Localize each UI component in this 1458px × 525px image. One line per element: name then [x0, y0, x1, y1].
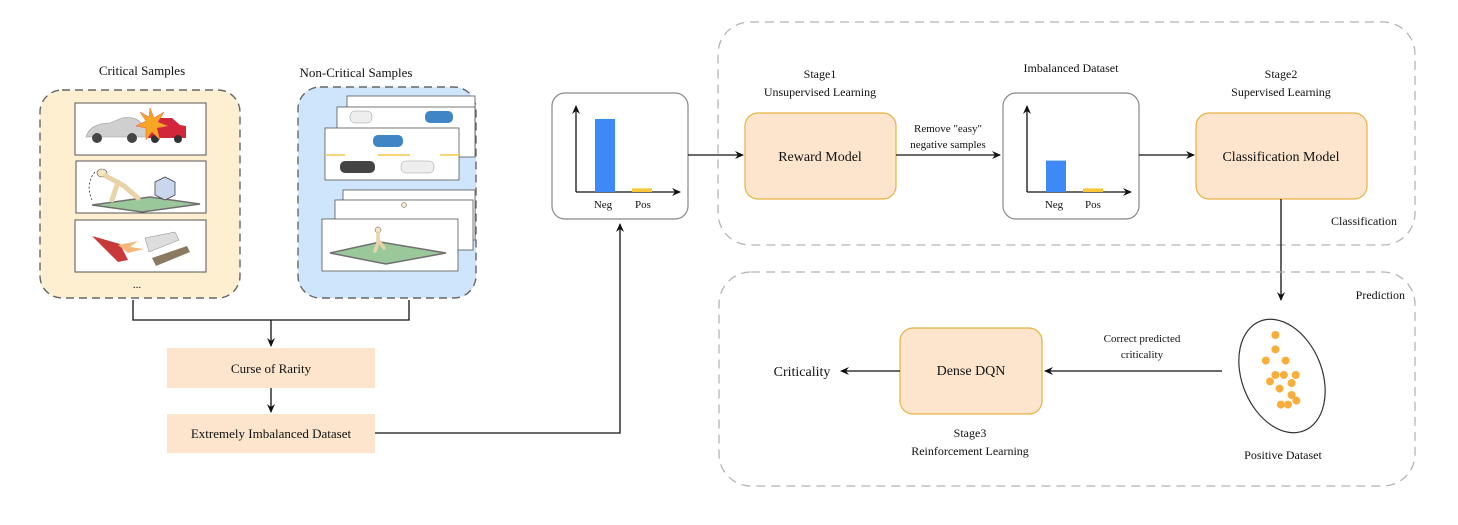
positive-dataset-label: Positive Dataset	[1244, 448, 1322, 462]
remove-easy-label-line2: negative samples	[910, 139, 985, 151]
extremely-imbalanced-label: Extremely Imbalanced Dataset	[191, 426, 352, 441]
critical-samples-title: Critical Samples	[99, 63, 185, 78]
positive-point	[1261, 356, 1270, 365]
chart1-neg-label: Neg	[594, 199, 613, 211]
ship-collision-image	[74, 219, 207, 273]
chart1-pos-label: Pos	[635, 199, 651, 211]
pedestrian-fall-image	[75, 160, 207, 214]
positive-point	[1271, 371, 1280, 379]
positive-point	[1284, 400, 1292, 409]
stage2-subtitle: Supervised Learning	[1231, 85, 1331, 99]
dataset-chart-box	[551, 92, 689, 220]
curse-of-rarity-label: Curse of Rarity	[231, 361, 312, 376]
critical-ellipsis: ...	[133, 279, 142, 291]
prediction-region-label: Prediction	[1356, 288, 1405, 302]
positive-point	[1271, 331, 1280, 339]
noncritical-samples-title: Non-Critical Samples	[299, 65, 412, 80]
positive-point	[1287, 379, 1296, 387]
positive-point	[1276, 400, 1285, 409]
imbalanced-chart-box	[1002, 92, 1140, 220]
reward-model-label: Reward Model	[778, 150, 862, 165]
stage2-title: Stage2	[1265, 67, 1298, 81]
correct-predicted-line2: criticality	[1121, 349, 1164, 361]
bar-neg	[595, 118, 615, 192]
bar-pos	[632, 188, 652, 192]
positive-point	[1271, 345, 1280, 354]
positive-point	[1266, 377, 1274, 386]
positive-point	[1292, 396, 1301, 405]
stage1-subtitle: Unsupervised Learning	[764, 85, 876, 99]
correct-predicted-line1: Correct predicted	[1104, 333, 1181, 345]
chart2-pos-label: Pos	[1085, 199, 1101, 211]
positive-point	[1275, 384, 1284, 393]
classification-region-label: Classification	[1331, 214, 1397, 228]
positive-point	[1279, 371, 1288, 379]
bar-neg	[1046, 160, 1066, 192]
car-collision-image	[74, 102, 207, 156]
highway-traffic-image	[324, 95, 476, 181]
positive-point	[1291, 371, 1300, 379]
bar-pos	[1083, 188, 1103, 192]
positive-point	[1281, 356, 1290, 365]
chart2-neg-label: Neg	[1045, 199, 1064, 211]
criticality-output-label: Criticality	[774, 365, 831, 380]
imbalanced-dataset-title: Imbalanced Dataset	[1024, 61, 1120, 75]
remove-easy-label-line1: Remove "easy"	[914, 123, 982, 135]
pedestrian-walking-image	[321, 189, 476, 272]
classification-model-label: Classification Model	[1222, 150, 1339, 165]
dense-dqn-label: Dense DQN	[937, 364, 1006, 379]
pipeline-diagram: Critical Samples ... Non-Critical Sample…	[39, 21, 1416, 487]
stage1-title: Stage1	[804, 67, 837, 81]
stage3-title: Stage3	[954, 426, 987, 440]
stage3-subtitle: Reinforcement Learning	[911, 444, 1029, 458]
